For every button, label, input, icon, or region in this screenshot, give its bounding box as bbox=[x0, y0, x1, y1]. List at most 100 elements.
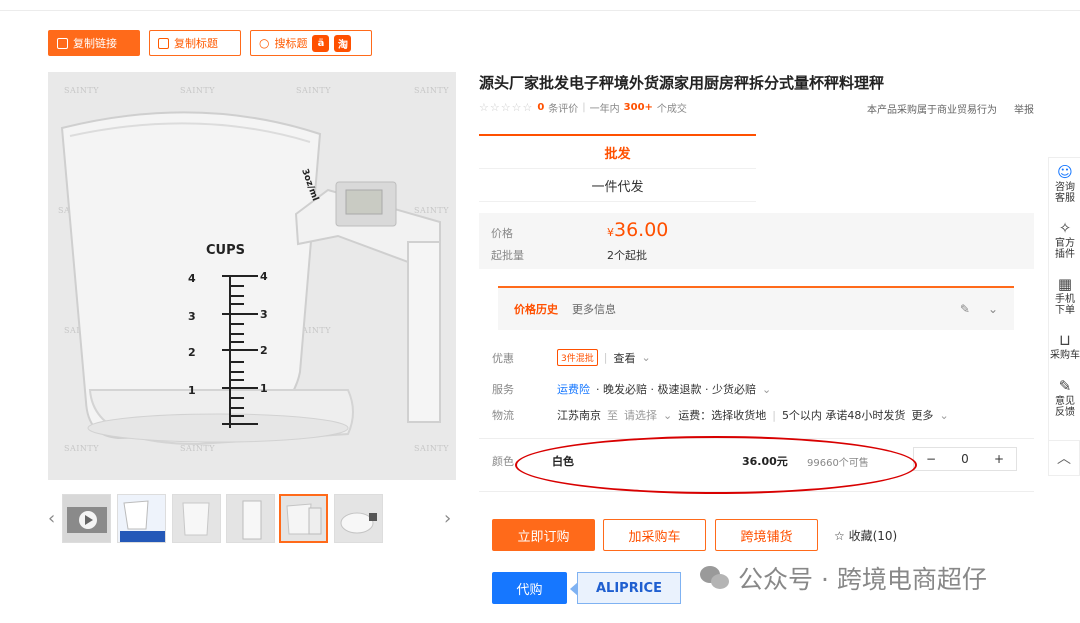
copy-link-button[interactable]: 复制链接 bbox=[48, 30, 140, 56]
product-title: 源头厂家批发电子秤境外货源家用厨房秤拆分式量杯秤料理秤 bbox=[479, 74, 885, 92]
review-suffix[interactable]: 条评价 bbox=[548, 100, 578, 115]
price-history-panel: 价格历史 更多信息 ✎ ⌄ bbox=[498, 286, 1014, 330]
color-label: 颜色 bbox=[492, 455, 514, 468]
sidebar-label: 官方 bbox=[1055, 238, 1075, 249]
promo-tag: 3件混批 bbox=[557, 349, 598, 366]
chevron-left-icon[interactable]: ‹ bbox=[48, 508, 55, 529]
origin-city: 江苏南京 bbox=[557, 409, 601, 422]
right-sidebar: ☺ 咨询 客服 ✧ 官方 插件 ▦ 手机 下单 ⊔ 采购车 ✎ 意见 反馈 bbox=[1048, 157, 1080, 475]
chevron-down-icon[interactable]: ⌄ bbox=[762, 383, 771, 396]
shipping-fee: 运费：选择收货地 bbox=[678, 409, 767, 422]
moq-value: 2个起批 bbox=[607, 249, 647, 262]
copy-icon bbox=[57, 37, 68, 49]
currency-symbol: ¥ bbox=[607, 226, 614, 239]
sidebar-item-mobile-order[interactable]: ▦ 手机 下单 bbox=[1049, 276, 1080, 317]
sidebar-label: 意见 bbox=[1055, 396, 1075, 407]
copy-title-button[interactable]: 复制标题 bbox=[149, 30, 241, 56]
chevron-up-icon: ︿ bbox=[1057, 451, 1071, 467]
sidebar-item-customer-service[interactable]: ☺ 咨询 客服 bbox=[1049, 164, 1080, 205]
sidebar-item-feedback[interactable]: ✎ 意见 反馈 bbox=[1049, 377, 1080, 419]
chevron-down-icon[interactable]: ⌄ bbox=[988, 302, 998, 316]
thumbnail-image[interactable] bbox=[226, 494, 275, 543]
thumbnail-graphic bbox=[120, 500, 165, 542]
thumbnail-image[interactable] bbox=[172, 494, 221, 543]
divider: | bbox=[582, 102, 586, 113]
price-panel: 价格 ¥36.00 起批量 2个起批 bbox=[479, 213, 1034, 269]
sidebar-label: 手机 bbox=[1055, 294, 1075, 305]
cross-border-distribute-button[interactable]: 跨境铺货 bbox=[715, 519, 818, 551]
thumbnail-image[interactable] bbox=[334, 494, 383, 543]
favorite-button[interactable]: ☆ 收藏(10) bbox=[834, 527, 897, 544]
tab-wholesale[interactable]: 批发 bbox=[479, 134, 756, 168]
buy-now-button[interactable]: 立即订购 bbox=[492, 519, 595, 551]
service-label: 服务 bbox=[492, 383, 514, 396]
feedback-icon: ✎ bbox=[1058, 377, 1072, 395]
svg-text:2: 2 bbox=[188, 346, 196, 359]
tab-dropship[interactable]: 一件代发 bbox=[479, 168, 756, 202]
thumbnail-image[interactable] bbox=[117, 494, 166, 543]
svg-text:2: 2 bbox=[260, 344, 268, 357]
more-link[interactable]: 更多 bbox=[911, 407, 933, 423]
quantity-input[interactable]: 0 bbox=[948, 452, 982, 466]
star-icon: ☆ bbox=[834, 529, 845, 543]
document-icon bbox=[158, 37, 169, 49]
copy-title-label: 复制标题 bbox=[174, 37, 218, 50]
purchase-mode-tabs: 批发 一件代发 bbox=[479, 134, 756, 202]
back-to-top-button[interactable]: ︿ bbox=[1048, 440, 1080, 476]
product-main-image[interactable]: SAINTY SAINTY SAINTY SAINTY SAINTY SAINT… bbox=[48, 72, 456, 480]
add-to-cart-button[interactable]: 加采购车 bbox=[603, 519, 706, 551]
chevron-down-icon[interactable]: ⌄ bbox=[939, 409, 948, 422]
divider: | bbox=[603, 351, 608, 364]
thumbnail-video[interactable] bbox=[62, 494, 111, 543]
sidebar-label: 客服 bbox=[1055, 193, 1075, 204]
increase-button[interactable]: + bbox=[982, 452, 1016, 466]
wechat-account-text: 公众号 · 跨境电商超仔 bbox=[738, 565, 987, 594]
report-link[interactable]: 举报 bbox=[1014, 101, 1034, 116]
product-page: 复制链接 复制标题 ○ 搜标题 ä 淘 SAINTY SAINTY SAINTY… bbox=[0, 0, 1080, 623]
thumbnail-graphic bbox=[340, 512, 377, 534]
sidebar-item-cart[interactable]: ⊔ 采购车 bbox=[1049, 331, 1080, 362]
copy-link-label: 复制链接 bbox=[73, 37, 117, 50]
sidebar-label: 咨询 bbox=[1055, 182, 1075, 193]
thumbnail-graphic bbox=[182, 502, 210, 536]
svg-text:3: 3 bbox=[260, 308, 268, 321]
wechat-icon bbox=[700, 564, 730, 592]
thumbnail-graphic bbox=[242, 500, 262, 540]
chevron-right-icon[interactable]: › bbox=[444, 508, 451, 529]
promo-row: 优惠 3件混批 | 查看 ⌄ bbox=[492, 349, 651, 366]
price-label: 价格 bbox=[491, 227, 513, 240]
shipping-insurance-link[interactable]: 运费险 bbox=[557, 381, 590, 397]
sidebar-label: 插件 bbox=[1055, 249, 1075, 260]
cart-icon: ⊔ bbox=[1059, 331, 1071, 349]
business-note: 本产品采购属于商业贸易行为 bbox=[867, 105, 997, 116]
price-amount: 36.00 bbox=[614, 219, 669, 241]
review-count: 0 bbox=[537, 102, 545, 113]
decrease-button[interactable]: − bbox=[914, 452, 948, 466]
sidebar-label: 采购车 bbox=[1050, 350, 1080, 361]
price-value: ¥36.00 bbox=[607, 219, 668, 241]
top-divider bbox=[0, 10, 1080, 11]
quantity-stepper: − 0 + bbox=[913, 447, 1017, 471]
proxy-buy-button[interactable]: 代购 bbox=[492, 572, 567, 604]
chevron-down-icon[interactable]: ⌄ bbox=[663, 409, 672, 422]
aliprice-button[interactable]: ALIPRICE bbox=[570, 572, 681, 604]
tab-more-info[interactable]: 更多信息 bbox=[572, 301, 616, 317]
edit-icon[interactable]: ✎ bbox=[960, 302, 970, 316]
svg-text:3: 3 bbox=[188, 310, 196, 323]
sales-count: 300+ bbox=[623, 102, 653, 113]
thumbnail-strip: ‹ › bbox=[48, 494, 456, 544]
sidebar-item-plugin[interactable]: ✧ 官方 插件 bbox=[1049, 220, 1080, 261]
to-text: 至 bbox=[607, 409, 618, 422]
svg-text:1: 1 bbox=[260, 382, 268, 395]
search-title-button[interactable]: ○ 搜标题 ä 淘 bbox=[250, 30, 372, 56]
thumbnail-image-selected[interactable] bbox=[279, 494, 328, 543]
tab-price-history[interactable]: 价格历史 bbox=[514, 301, 558, 317]
svg-text:4: 4 bbox=[260, 270, 268, 283]
sales-suffix: 个成交 bbox=[656, 104, 687, 115]
service-guarantees: · 晚发必赔 · 极速退款 · 少货必赔 bbox=[596, 383, 756, 396]
rating-row: ☆☆☆☆☆ 0 条评价 | 一年内 300+ 个成交 bbox=[479, 100, 687, 115]
destination-select[interactable]: 请选择 bbox=[624, 407, 657, 423]
favorite-label: 收藏(10) bbox=[848, 529, 898, 543]
promo-view-link[interactable]: 查看 bbox=[613, 350, 635, 366]
logistics-label: 物流 bbox=[492, 409, 514, 422]
